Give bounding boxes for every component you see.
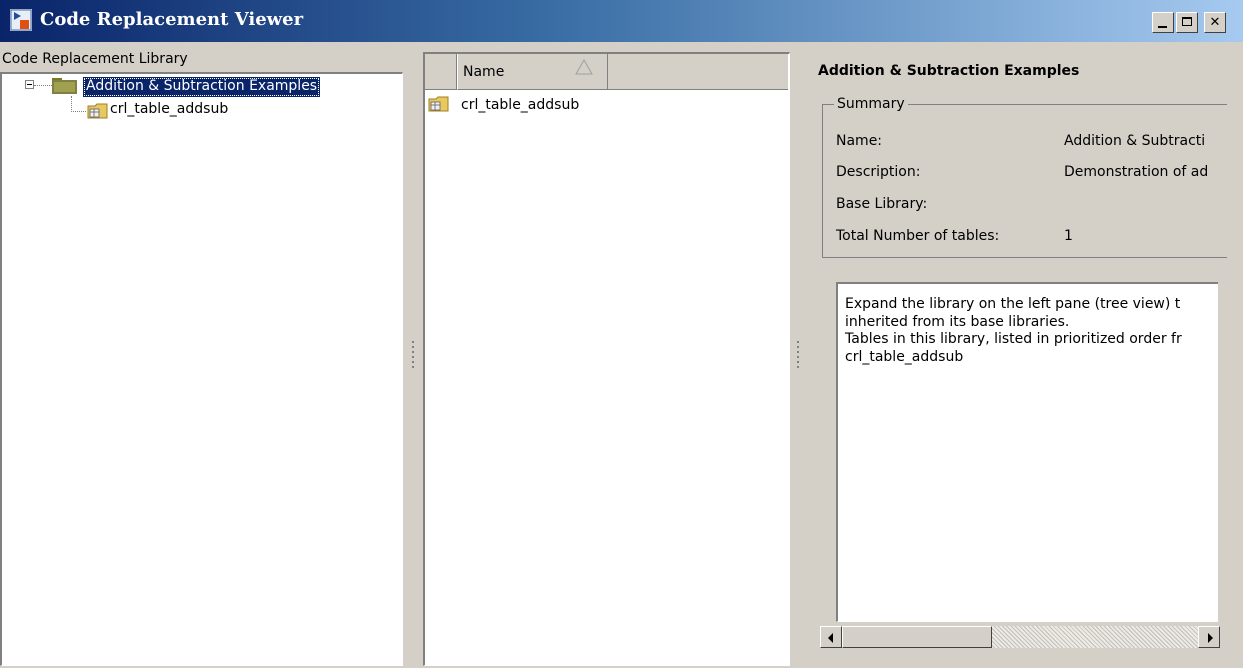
description-line: Tables in this library, listed in priori… bbox=[845, 331, 1182, 347]
window-title: Code Replacement Viewer bbox=[40, 9, 304, 30]
summary-description-value: Demonstration of ad bbox=[1064, 164, 1209, 180]
maximize-button[interactable] bbox=[1176, 12, 1198, 33]
column-header-filler bbox=[608, 54, 788, 90]
scroll-thumb[interactable] bbox=[842, 626, 992, 648]
splitter-handle[interactable] bbox=[797, 341, 799, 371]
column-header-blank bbox=[425, 54, 457, 90]
description-text: Expand the library on the left pane (tre… bbox=[845, 296, 1182, 366]
summary-table-count-value: 1 bbox=[1064, 228, 1073, 244]
table-list[interactable] bbox=[423, 52, 790, 666]
tree-item-addition-subtraction-examples[interactable]: Addition & Subtraction Examples bbox=[83, 77, 321, 97]
horizontal-scrollbar[interactable] bbox=[820, 626, 1220, 648]
summary-legend: Summary bbox=[834, 96, 908, 112]
folder-icon bbox=[52, 78, 77, 94]
tree-connector bbox=[71, 96, 72, 112]
library-pane-header: Code Replacement Library bbox=[2, 51, 188, 67]
close-icon: ✕ bbox=[1209, 15, 1221, 30]
minimize-button[interactable] bbox=[1152, 12, 1174, 33]
collapse-icon[interactable] bbox=[25, 80, 34, 89]
list-item-crl-table-addsub[interactable]: crl_table_addsub bbox=[461, 97, 579, 113]
summary-name-value: Addition & Subtracti bbox=[1064, 133, 1206, 149]
summary-description-label: Description: bbox=[836, 164, 921, 180]
scroll-right-button[interactable] bbox=[1198, 626, 1220, 648]
description-line: inherited from its base libraries. bbox=[845, 313, 1070, 330]
sort-ascending-icon bbox=[575, 59, 593, 75]
minimize-icon bbox=[1158, 26, 1167, 28]
description-text-area[interactable]: Expand the library on the left pane (tre… bbox=[836, 282, 1218, 622]
close-button[interactable]: ✕ bbox=[1204, 12, 1226, 33]
summary-base-library-label: Base Library: bbox=[836, 196, 928, 212]
title-bar[interactable]: Code Replacement Viewer ✕ bbox=[0, 0, 1243, 42]
splitter-handle[interactable] bbox=[412, 341, 414, 371]
column-header-name-label: Name bbox=[463, 64, 505, 80]
summary-name-label: Name: bbox=[836, 133, 883, 149]
app-icon bbox=[10, 9, 32, 31]
detail-title: Addition & Subtraction Examples bbox=[818, 63, 1080, 79]
table-icon bbox=[87, 103, 108, 119]
summary-table-count-label: Total Number of tables: bbox=[836, 228, 1000, 244]
scroll-left-button[interactable] bbox=[820, 626, 842, 648]
description-line: crl_table_addsub bbox=[845, 348, 964, 365]
library-tree[interactable] bbox=[0, 72, 403, 666]
arrow-left-icon bbox=[828, 633, 833, 643]
table-icon bbox=[428, 96, 449, 112]
arrow-right-icon bbox=[1208, 633, 1213, 643]
tree-connector bbox=[71, 111, 86, 112]
tree-connector bbox=[34, 85, 52, 86]
maximize-icon bbox=[1182, 17, 1192, 26]
tree-item-crl-table-addsub[interactable]: crl_table_addsub bbox=[110, 101, 228, 117]
description-line: Expand the library on the left pane (tre… bbox=[845, 296, 1181, 312]
